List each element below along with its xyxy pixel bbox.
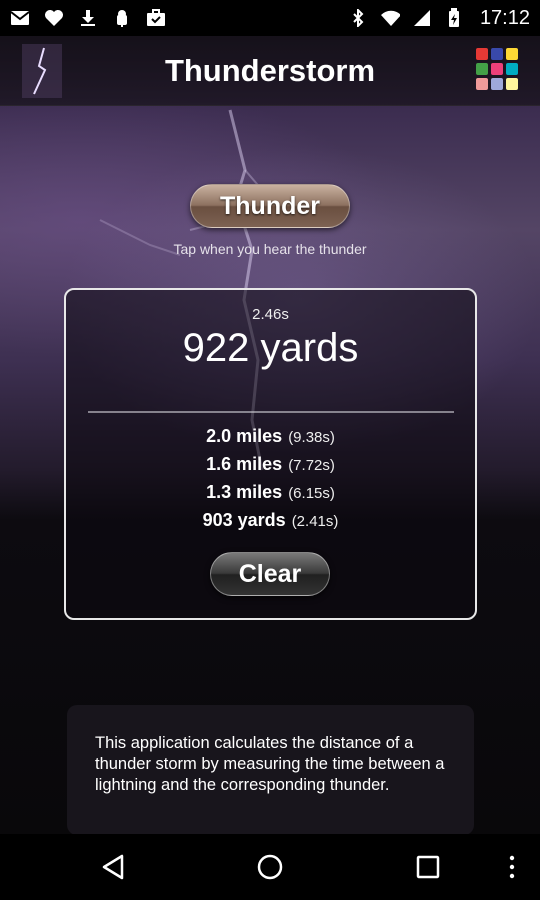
history-row: 1.3 miles (6.15s)	[66, 482, 475, 510]
color-swatch	[506, 63, 518, 75]
recents-icon[interactable]	[398, 834, 458, 900]
overflow-menu-icon[interactable]	[482, 834, 540, 900]
briefcase-check-icon	[146, 9, 166, 27]
history-time: (6.15s)	[288, 485, 335, 502]
battery-icon	[444, 8, 464, 27]
clear-button[interactable]: Clear	[210, 552, 330, 596]
history-distance: 2.0 miles	[206, 426, 283, 446]
color-swatch	[506, 78, 518, 90]
color-grid-icon[interactable]	[476, 48, 518, 90]
color-swatch	[476, 48, 488, 60]
current-distance: 922 yards	[182, 326, 359, 370]
info-panel: This application calculates the distance…	[67, 705, 474, 835]
download-icon	[78, 9, 98, 27]
bluetooth-icon	[348, 9, 368, 27]
app-title: Thunderstorm	[164, 53, 376, 88]
thunder-button[interactable]: Thunder	[190, 184, 350, 228]
nav-bar	[0, 834, 540, 900]
current-time: 2.46s	[252, 306, 289, 323]
color-swatch	[491, 48, 503, 60]
history-row: 903 yards (2.41s)	[66, 510, 475, 538]
status-time: 17:12	[479, 6, 530, 29]
heart-icon	[44, 9, 64, 27]
color-swatch	[476, 78, 488, 90]
history-time: (9.38s)	[288, 429, 335, 446]
history-list: 2.0 miles (9.38s) 1.6 miles (7.72s) 1.3 mi…	[66, 426, 475, 538]
divider	[88, 411, 454, 413]
app-bar: Thunderstorm	[0, 36, 540, 106]
cell-signal-icon	[412, 9, 432, 27]
color-swatch	[491, 78, 503, 90]
back-icon[interactable]	[84, 834, 144, 900]
info-text: This application calculates the distance…	[95, 734, 445, 794]
history-row: 2.0 miles (9.38s)	[66, 426, 475, 454]
thunder-hint: Tap when you hear the thunder	[173, 241, 367, 257]
history-time: (2.41s)	[291, 513, 339, 530]
history-time: (7.72s)	[288, 457, 335, 474]
history-distance: 1.6 miles	[206, 454, 283, 474]
home-icon[interactable]	[240, 834, 300, 900]
android-debug-icon	[112, 9, 132, 27]
wifi-icon	[380, 9, 400, 27]
history-distance: 1.3 miles	[206, 482, 283, 502]
color-swatch	[506, 48, 518, 60]
history-row: 1.6 miles (7.72s)	[66, 454, 475, 482]
color-swatch	[476, 63, 488, 75]
color-swatch	[491, 63, 503, 75]
status-bar: 17:12	[0, 0, 540, 36]
result-panel: 2.46s 922 yards 2.0 miles (9.38s) 1.6 mil…	[64, 288, 477, 620]
gmail-icon	[10, 9, 30, 27]
history-distance: 903 yards	[202, 510, 286, 530]
